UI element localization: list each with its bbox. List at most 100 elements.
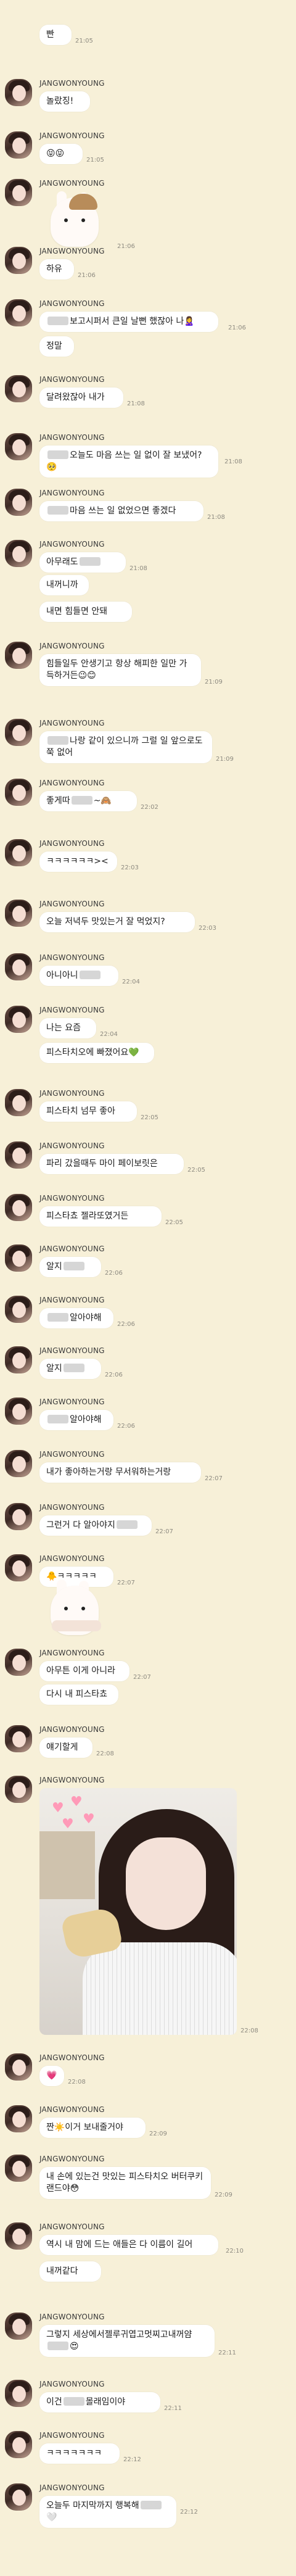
message-bubble[interactable]: 내꺼니까 [39, 575, 89, 595]
message-bubble[interactable]: 놀랐징! [39, 91, 90, 112]
message-bubble[interactable]: 빤 [39, 25, 72, 45]
avatar[interactable] [5, 2155, 32, 2182]
message-bubble[interactable]: 다시 내 피스타쵸 [39, 1684, 118, 1705]
message-bubble[interactable]: 마음 쓰는 일 없었으면 좋겠다 [39, 501, 204, 521]
message-text: 몰래임이야 [85, 2397, 126, 2407]
redacted-name-blur [47, 1313, 68, 1322]
message-text: 오늘두 마지막까지 행복해 [46, 2501, 139, 2511]
avatar[interactable] [5, 1776, 32, 1803]
avatar[interactable] [5, 2105, 32, 2132]
message-bubble[interactable]: 파리 갔을때두 마이 페이보릿은 [39, 1154, 184, 1174]
avatar[interactable] [5, 2380, 32, 2407]
message-bubble[interactable]: 하유 [39, 259, 74, 280]
avatar[interactable] [5, 1346, 32, 1373]
avatar-face [12, 381, 26, 397]
message-bubble[interactable]: 내 손에 있는건 맛있는 피스타치오 버터쿠키랜드야😳 [39, 2167, 211, 2199]
message-bubble[interactable]: 알지 [39, 1359, 101, 1379]
message-bubble[interactable]: 알아야해 [39, 1410, 113, 1430]
avatar[interactable] [5, 779, 32, 806]
bunny-hat-sticker[interactable] [39, 191, 113, 251]
avatar[interactable] [5, 433, 32, 460]
message-bubble[interactable]: 얘기할게 [39, 1737, 92, 1758]
redacted-name-blur [79, 557, 101, 566]
message-bubble[interactable]: 아니아니 [39, 966, 118, 986]
redacted-name-blur [63, 2397, 84, 2406]
message-bubble[interactable]: 알지 [39, 1257, 101, 1277]
avatar[interactable] [5, 299, 32, 326]
message-bubble[interactable]: 역시 내 맘에 드는 애들은 다 이름이 길어 [39, 2235, 218, 2255]
message-timestamp: 22:09 [215, 2192, 232, 2198]
avatar[interactable] [5, 1141, 32, 1169]
avatar[interactable] [5, 79, 32, 106]
message-text: 나랑 같이 있으니까 그럴 일 앞으로도 쭉 없어 [46, 736, 203, 758]
avatar[interactable] [5, 540, 32, 567]
avatar[interactable] [5, 247, 32, 274]
message-bubble[interactable]: ㅋㅋㅋㅋㅋㅋㅋ [39, 2443, 120, 2464]
message-bubble[interactable]: 달려왔잖아 내가 [39, 387, 123, 408]
avatar[interactable] [5, 1245, 32, 1272]
avatar-face [12, 1456, 26, 1472]
avatar[interactable] [5, 1194, 32, 1221]
message-bubble[interactable]: 피스타쵸 젤라또였거든 [39, 1206, 162, 1227]
message-bubble[interactable]: 아무튼 이게 아니라 [39, 1661, 130, 1681]
avatar[interactable] [5, 2431, 32, 2458]
message-bubble[interactable]: 피스타치 넘무 좋아 [39, 1101, 137, 1122]
avatar[interactable] [5, 1450, 32, 1477]
message-timestamp: 22:06 [105, 1372, 123, 1378]
bunny-paw-sticker[interactable] [39, 1580, 113, 1639]
message-bubble[interactable]: 아무래도 [39, 552, 126, 573]
message-bubble[interactable]: ㅋㅋㅋㅋㅋㅋ>< [39, 851, 117, 872]
message-bubble[interactable]: 오늘도 마음 쓰는 일 없이 잘 보냈어?🥺 [39, 445, 218, 478]
message-bubble[interactable]: 오늘두 마지막까지 행복해🤍 [39, 2496, 176, 2528]
avatar[interactable] [5, 1006, 32, 1033]
sender-name: JANGWONYOUNG [39, 900, 105, 908]
message-bubble[interactable]: 나랑 같이 있으니까 그럴 일 앞으로도 쭉 없어 [39, 731, 212, 763]
message-bubble[interactable]: 이건 몰래임이야 [39, 2392, 160, 2412]
message-bubble[interactable]: 내가 좋아하는거랑 무서워하는거랑 [39, 1462, 201, 1483]
avatar[interactable] [5, 2483, 32, 2511]
avatar[interactable] [5, 839, 32, 866]
avatar[interactable] [5, 375, 32, 402]
sender-name: JANGWONYOUNG [39, 1398, 105, 1406]
message-bubble[interactable]: 😝😝 [39, 144, 83, 164]
avatar[interactable] [5, 642, 32, 669]
avatar-face [12, 1560, 26, 1576]
avatar[interactable] [5, 953, 32, 980]
avatar-face [12, 1509, 26, 1525]
message-bubble[interactable]: 그렇지 세상에서젤루귀엽고멋찌고내꺼얌 😍 [39, 2325, 215, 2357]
sender-name: JANGWONYOUNG [39, 1776, 105, 1784]
avatar[interactable] [5, 900, 32, 927]
avatar[interactable] [5, 2222, 32, 2250]
message-bubble[interactable]: 내꺼같다 [39, 2261, 101, 2282]
avatar[interactable] [5, 1554, 32, 1581]
avatar[interactable] [5, 131, 32, 159]
message-bubble[interactable]: 정말 [39, 336, 74, 357]
avatar[interactable] [5, 719, 32, 746]
avatar[interactable] [5, 1089, 32, 1116]
avatar[interactable] [5, 2313, 32, 2340]
message-bubble[interactable]: 보고시퍼서 큰일 날뻔 했잖아 나🙎‍♀️ [39, 312, 218, 332]
selfie-photo[interactable]: ♥ ♥ ♥ ♥ [39, 1788, 237, 2035]
photo-background [39, 1831, 95, 1899]
message-bubble[interactable]: 나는 요즘 [39, 1018, 96, 1038]
avatar[interactable] [5, 1398, 32, 1425]
message-bubble[interactable]: 내면 힘들면 안돼 [39, 602, 132, 622]
avatar[interactable] [5, 1503, 32, 1530]
message-bubble[interactable]: 피스타치오에 빠졌어요💚 [39, 1043, 154, 1063]
message-bubble[interactable]: 좋게따 ~🙈 [39, 791, 137, 811]
message-bubble[interactable]: 알아야해 [39, 1308, 113, 1328]
avatar[interactable] [5, 2053, 32, 2081]
avatar[interactable] [5, 1296, 32, 1323]
avatar[interactable] [5, 1649, 32, 1676]
message-bubble[interactable]: 💗 [39, 2066, 64, 2086]
avatar[interactable] [5, 1725, 32, 1752]
message-bubble[interactable]: 힘들일두 안생기고 항상 해피한 일만 가득하거든😉😊 [39, 654, 201, 686]
message-bubble[interactable]: 그런거 다 알아야지 [39, 1515, 152, 1536]
message-text: 피스타치 넘무 좋아 [46, 1106, 115, 1116]
avatar[interactable] [5, 179, 32, 206]
redacted-name-blur [140, 2501, 162, 2509]
avatar[interactable] [5, 489, 32, 516]
sender-name: JANGWONYOUNG [39, 1245, 105, 1253]
message-bubble[interactable]: 오늘 저녁두 맛있는거 잘 먹었지? [39, 912, 195, 932]
message-bubble[interactable]: 짠☀️이거 보내줄거야 [39, 2118, 146, 2138]
